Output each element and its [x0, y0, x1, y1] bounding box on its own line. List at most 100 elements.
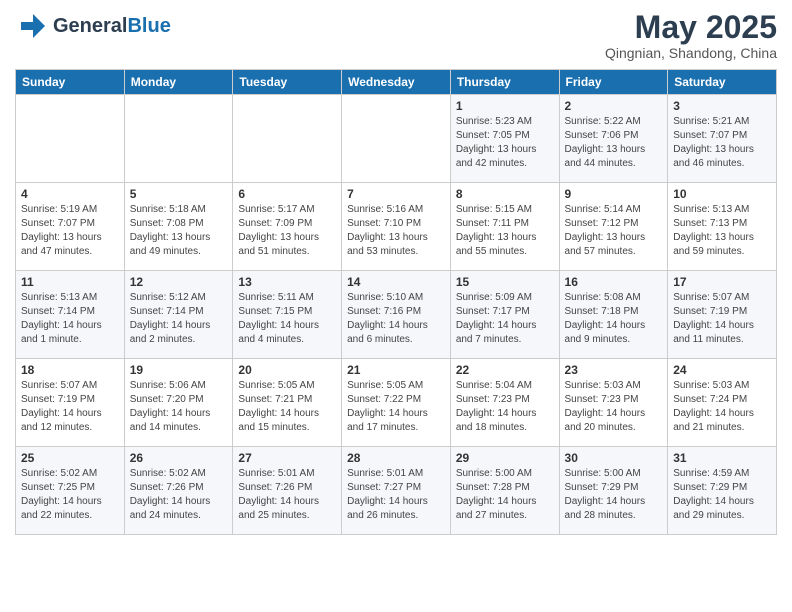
calendar-cell: 25 Sunrise: 5:02 AMSunset: 7:25 PMDayligh…: [16, 447, 125, 535]
calendar-cell: [233, 95, 342, 183]
day-info: Sunrise: 5:10 AMSunset: 7:16 PMDaylight:…: [347, 291, 445, 347]
day-number: 8: [456, 187, 554, 201]
day-info: Sunrise: 5:07 AMSunset: 7:19 PMDaylight:…: [21, 379, 119, 435]
day-info: Sunrise: 5:01 AMSunset: 7:27 PMDaylight:…: [347, 467, 445, 523]
calendar-week-4: 18 Sunrise: 5:07 AMSunset: 7:19 PMDayligh…: [16, 359, 777, 447]
calendar-cell: 28 Sunrise: 5:01 AMSunset: 7:27 PMDayligh…: [342, 447, 451, 535]
day-info: Sunrise: 5:11 AMSunset: 7:15 PMDaylight:…: [238, 291, 336, 347]
day-info: Sunrise: 5:13 AMSunset: 7:14 PMDaylight:…: [21, 291, 119, 347]
calendar-cell: 23 Sunrise: 5:03 AMSunset: 7:23 PMDayligh…: [559, 359, 668, 447]
weekday-header-tuesday: Tuesday: [233, 70, 342, 95]
logo: GeneralBlue: [15, 10, 171, 42]
calendar-week-5: 25 Sunrise: 5:02 AMSunset: 7:25 PMDayligh…: [16, 447, 777, 535]
day-info: Sunrise: 5:05 AMSunset: 7:21 PMDaylight:…: [238, 379, 336, 435]
calendar-cell: 14 Sunrise: 5:10 AMSunset: 7:16 PMDayligh…: [342, 271, 451, 359]
day-number: 28: [347, 451, 445, 465]
day-number: 3: [673, 99, 771, 113]
day-number: 18: [21, 363, 119, 377]
calendar-cell: 21 Sunrise: 5:05 AMSunset: 7:22 PMDayligh…: [342, 359, 451, 447]
day-info: Sunrise: 5:05 AMSunset: 7:22 PMDaylight:…: [347, 379, 445, 435]
calendar-cell: 13 Sunrise: 5:11 AMSunset: 7:15 PMDayligh…: [233, 271, 342, 359]
day-number: 14: [347, 275, 445, 289]
calendar-week-1: 1Sunrise: 5:23 AMSunset: 7:05 PMDaylight…: [16, 95, 777, 183]
calendar-table: SundayMondayTuesdayWednesdayThursdayFrid…: [15, 69, 777, 535]
day-number: 4: [21, 187, 119, 201]
day-number: 30: [565, 451, 663, 465]
day-info: Sunrise: 5:02 AMSunset: 7:25 PMDaylight:…: [21, 467, 119, 523]
calendar-cell: 17 Sunrise: 5:07 AMSunset: 7:19 PMDayligh…: [668, 271, 777, 359]
calendar-cell: 29Sunrise: 5:00 AMSunset: 7:28 PMDayligh…: [450, 447, 559, 535]
day-info: Sunrise: 5:06 AMSunset: 7:20 PMDaylight:…: [130, 379, 228, 435]
calendar-cell: 12 Sunrise: 5:12 AMSunset: 7:14 PMDayligh…: [124, 271, 233, 359]
calendar-cell: [16, 95, 125, 183]
day-number: 6: [238, 187, 336, 201]
calendar-body: 1Sunrise: 5:23 AMSunset: 7:05 PMDaylight…: [16, 95, 777, 535]
page-header: GeneralBlue May 2025 Qingnian, Shandong,…: [15, 10, 777, 61]
day-info: Sunrise: 5:00 AMSunset: 7:28 PMDaylight:…: [456, 467, 554, 523]
calendar-cell: 16 Sunrise: 5:08 AMSunset: 7:18 PMDayligh…: [559, 271, 668, 359]
day-info: Sunrise: 5:19 AMSunset: 7:07 PMDaylight:…: [21, 203, 119, 259]
day-info: Sunrise: 5:09 AMSunset: 7:17 PMDaylight:…: [456, 291, 554, 347]
day-number: 11: [21, 275, 119, 289]
day-info: Sunrise: 5:14 AMSunset: 7:12 PMDaylight:…: [565, 203, 663, 259]
day-info: Sunrise: 5:08 AMSunset: 7:18 PMDaylight:…: [565, 291, 663, 347]
calendar-cell: 26 Sunrise: 5:02 AMSunset: 7:26 PMDayligh…: [124, 447, 233, 535]
day-number: 24: [673, 363, 771, 377]
calendar-cell: 20 Sunrise: 5:05 AMSunset: 7:21 PMDayligh…: [233, 359, 342, 447]
calendar-cell: 7Sunrise: 5:16 AMSunset: 7:10 PMDaylight…: [342, 183, 451, 271]
day-info: Sunrise: 5:13 AMSunset: 7:13 PMDaylight:…: [673, 203, 771, 259]
logo-blue: Blue: [127, 15, 170, 37]
day-number: 12: [130, 275, 228, 289]
weekday-header-saturday: Saturday: [668, 70, 777, 95]
month-title: May 2025: [605, 10, 777, 45]
calendar-cell: 31Sunrise: 4:59 AMSunset: 7:29 PMDayligh…: [668, 447, 777, 535]
weekday-header-wednesday: Wednesday: [342, 70, 451, 95]
location: Qingnian, Shandong, China: [605, 45, 777, 61]
calendar-cell: 22Sunrise: 5:04 AMSunset: 7:23 PMDayligh…: [450, 359, 559, 447]
calendar-cell: 30 Sunrise: 5:00 AMSunset: 7:29 PMDayligh…: [559, 447, 668, 535]
title-block: May 2025 Qingnian, Shandong, China: [605, 10, 777, 61]
day-number: 27: [238, 451, 336, 465]
day-info: Sunrise: 5:21 AMSunset: 7:07 PMDaylight:…: [673, 115, 771, 171]
calendar-week-2: 4 Sunrise: 5:19 AMSunset: 7:07 PMDaylight…: [16, 183, 777, 271]
day-info: Sunrise: 5:04 AMSunset: 7:23 PMDaylight:…: [456, 379, 554, 435]
day-number: 5: [130, 187, 228, 201]
day-info: Sunrise: 5:07 AMSunset: 7:19 PMDaylight:…: [673, 291, 771, 347]
calendar-cell: 1Sunrise: 5:23 AMSunset: 7:05 PMDaylight…: [450, 95, 559, 183]
weekday-header-friday: Friday: [559, 70, 668, 95]
day-number: 2: [565, 99, 663, 113]
calendar-cell: 15 Sunrise: 5:09 AMSunset: 7:17 PMDayligh…: [450, 271, 559, 359]
calendar-cell: 24Sunrise: 5:03 AMSunset: 7:24 PMDayligh…: [668, 359, 777, 447]
day-number: 13: [238, 275, 336, 289]
day-info: Sunrise: 5:16 AMSunset: 7:10 PMDaylight:…: [347, 203, 445, 259]
day-info: Sunrise: 5:00 AMSunset: 7:29 PMDaylight:…: [565, 467, 663, 523]
day-number: 17: [673, 275, 771, 289]
calendar-header: SundayMondayTuesdayWednesdayThursdayFrid…: [16, 70, 777, 95]
day-number: 25: [21, 451, 119, 465]
calendar-cell: 8 Sunrise: 5:15 AMSunset: 7:11 PMDaylight…: [450, 183, 559, 271]
day-info: Sunrise: 5:17 AMSunset: 7:09 PMDaylight:…: [238, 203, 336, 259]
calendar-week-3: 11 Sunrise: 5:13 AMSunset: 7:14 PMDayligh…: [16, 271, 777, 359]
day-number: 16: [565, 275, 663, 289]
calendar-cell: 19 Sunrise: 5:06 AMSunset: 7:20 PMDayligh…: [124, 359, 233, 447]
day-number: 19: [130, 363, 228, 377]
calendar-cell: 6 Sunrise: 5:17 AMSunset: 7:09 PMDaylight…: [233, 183, 342, 271]
day-info: Sunrise: 5:03 AMSunset: 7:23 PMDaylight:…: [565, 379, 663, 435]
logo-icon: [15, 10, 47, 42]
day-info: Sunrise: 5:12 AMSunset: 7:14 PMDaylight:…: [130, 291, 228, 347]
day-info: Sunrise: 5:02 AMSunset: 7:26 PMDaylight:…: [130, 467, 228, 523]
day-number: 15: [456, 275, 554, 289]
weekday-header-sunday: Sunday: [16, 70, 125, 95]
calendar-cell: 9 Sunrise: 5:14 AMSunset: 7:12 PMDaylight…: [559, 183, 668, 271]
day-info: Sunrise: 5:15 AMSunset: 7:11 PMDaylight:…: [456, 203, 554, 259]
day-info: Sunrise: 4:59 AMSunset: 7:29 PMDaylight:…: [673, 467, 771, 523]
day-number: 9: [565, 187, 663, 201]
day-number: 20: [238, 363, 336, 377]
day-info: Sunrise: 5:18 AMSunset: 7:08 PMDaylight:…: [130, 203, 228, 259]
day-number: 23: [565, 363, 663, 377]
day-number: 21: [347, 363, 445, 377]
calendar-cell: 27Sunrise: 5:01 AMSunset: 7:26 PMDayligh…: [233, 447, 342, 535]
calendar-cell: 10Sunrise: 5:13 AMSunset: 7:13 PMDayligh…: [668, 183, 777, 271]
day-info: Sunrise: 5:23 AMSunset: 7:05 PMDaylight:…: [456, 115, 554, 171]
day-number: 26: [130, 451, 228, 465]
